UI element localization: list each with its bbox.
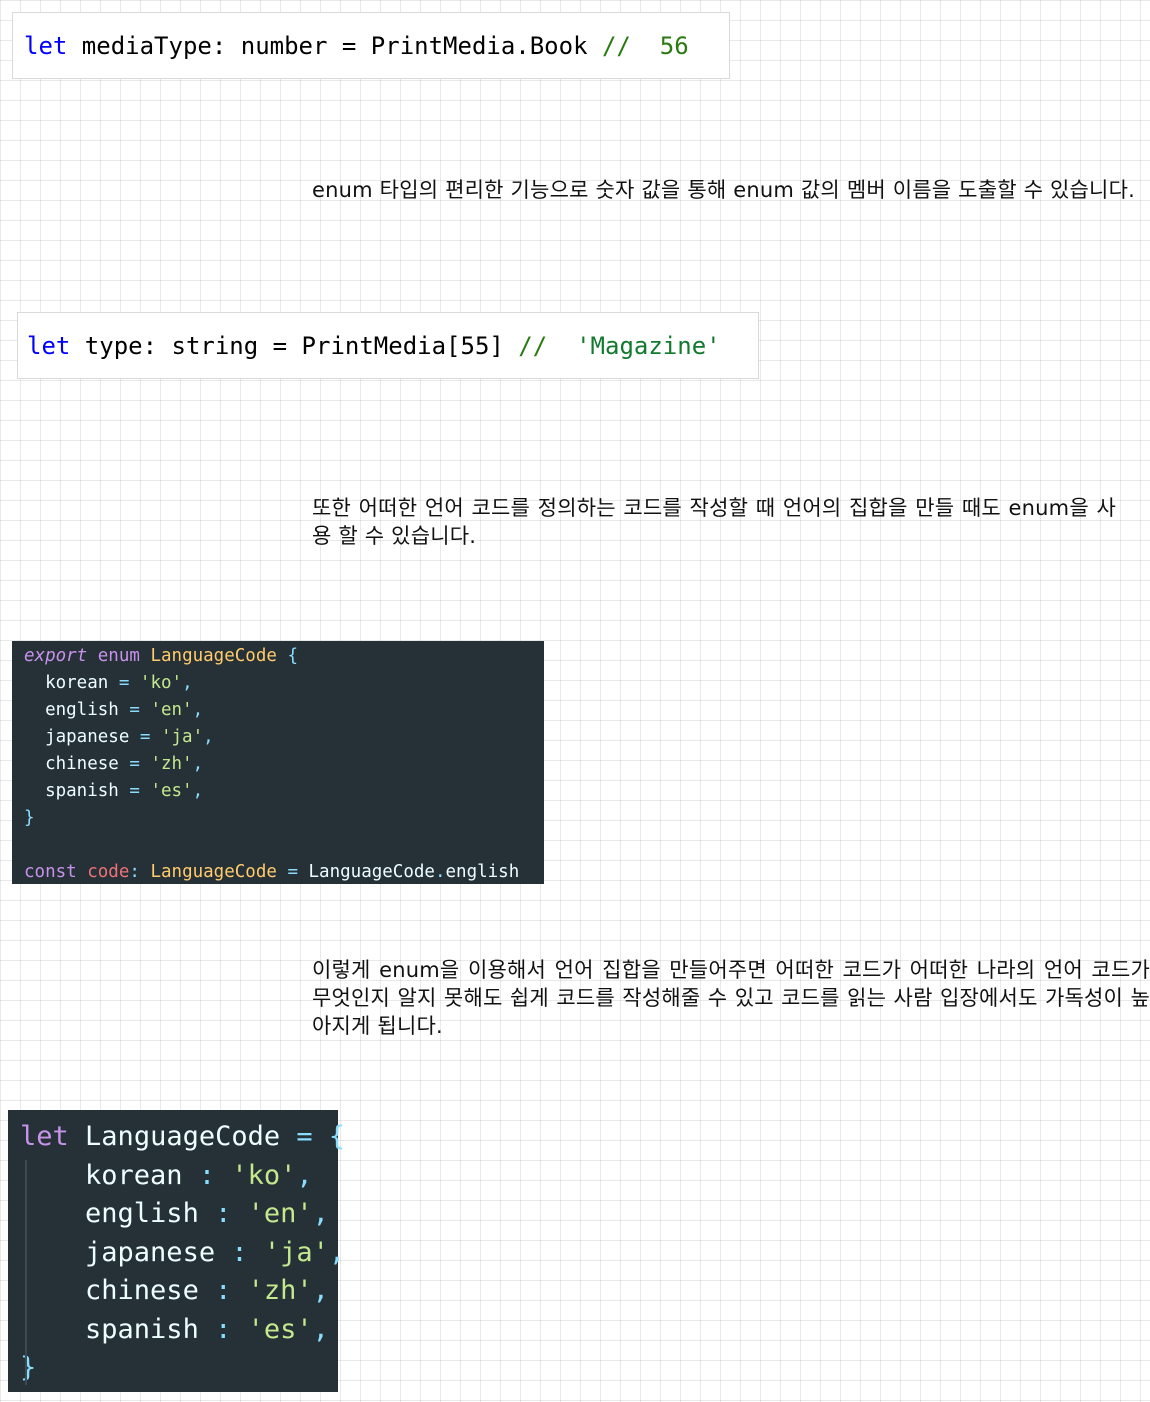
code-variable: LanguageCode: [85, 1121, 281, 1152]
indent-guide: [25, 1160, 27, 1385]
code-keyword: enum: [97, 646, 140, 666]
code-keyword: export: [24, 646, 88, 666]
code-text: mediaType: number = PrintMedia.Book: [67, 31, 602, 60]
code-keyword: let: [24, 31, 68, 60]
code-string: 'es': [150, 781, 193, 801]
code-line: korean : 'ko',: [85, 1159, 313, 1191]
code-line: english = 'en',: [45, 700, 204, 720]
code-member: chinese: [85, 1275, 199, 1306]
code-member: korean: [85, 1159, 183, 1191]
code-member: korean: [45, 673, 109, 693]
code-line: }: [24, 805, 544, 832]
code-variable: code: [87, 862, 130, 882]
code-string: 'ja': [263, 1236, 329, 1268]
code-string: 'ko': [231, 1159, 297, 1191]
code-member: english: [85, 1198, 199, 1229]
code-line: }: [20, 1349, 338, 1388]
code-member: spanish: [45, 781, 119, 801]
code-keyword: const: [24, 862, 77, 882]
code-string: 'zh': [150, 754, 193, 774]
code-type-name: LanguageCode: [150, 862, 277, 882]
paragraph-readability: 이렇게 enum을 이용해서 언어 집합을 만들어주면 어떠한 코드가 어떠한 …: [312, 958, 1150, 1038]
code-type-name: LanguageCode: [150, 646, 277, 666]
code-member: japanese: [45, 727, 130, 747]
paragraph-language-enum: 또한 어떠한 언어 코드를 정의하는 코드를 작성할 때 언어의 집합을 만들 …: [312, 496, 1116, 548]
code-line: english : 'en',: [85, 1198, 329, 1229]
code-string: 'Magazine': [576, 331, 721, 360]
code-member: japanese: [85, 1236, 216, 1268]
code-object: LanguageCode: [308, 862, 435, 882]
code-keyword: let: [27, 331, 71, 360]
code-keyword: let: [20, 1121, 69, 1152]
code-string: 'ja': [160, 727, 204, 747]
code-line: const code: LanguageCode = LanguageCode.…: [24, 862, 520, 882]
code-member: chinese: [45, 754, 119, 774]
code-line: chinese = 'zh',: [45, 754, 204, 774]
code-property: english: [445, 862, 520, 882]
paragraph-enum-reverse-mapping: enum 타입의 편리한 기능으로 숫자 값을 통해 enum 값의 멤버 이름…: [312, 178, 1135, 202]
code-comment: // 56: [601, 31, 689, 60]
code-snippet-type-lookup: let type: string = PrintMedia[55] // 'Ma…: [17, 312, 759, 379]
code-string: 'es': [247, 1313, 313, 1345]
code-line: chinese : 'zh',: [85, 1275, 329, 1306]
code-block-enum-language-code: export enum LanguageCode { korean = 'ko'…: [12, 641, 544, 884]
code-line: export enum LanguageCode {: [24, 643, 544, 670]
code-brace: {: [287, 646, 298, 666]
code-line: japanese = 'ja',: [45, 727, 214, 747]
code-string: 'en': [247, 1198, 313, 1229]
code-string: 'zh': [247, 1275, 313, 1306]
code-member: english: [45, 700, 119, 720]
code-brace: }: [24, 808, 35, 828]
code-string: 'en': [150, 700, 193, 720]
code-string: 'ko': [139, 673, 183, 693]
code-line: spanish : 'es',: [85, 1313, 329, 1345]
code-comment: //: [518, 331, 577, 360]
code-line: korean = 'ko',: [45, 673, 193, 693]
code-snippet-media-type: let mediaType: number = PrintMedia.Book …: [12, 12, 730, 79]
code-line: spanish = 'es',: [45, 781, 204, 801]
code-brace: {: [328, 1121, 346, 1152]
code-line: let LanguageCode = {: [20, 1121, 346, 1152]
code-text: type: string = PrintMedia[55]: [70, 331, 519, 360]
code-line: japanese : 'ja',: [85, 1236, 346, 1268]
code-brace: }: [20, 1352, 37, 1383]
code-member: spanish: [85, 1313, 199, 1345]
code-block-object-language-code: let LanguageCode = { korean : 'ko', engl…: [8, 1110, 346, 1392]
